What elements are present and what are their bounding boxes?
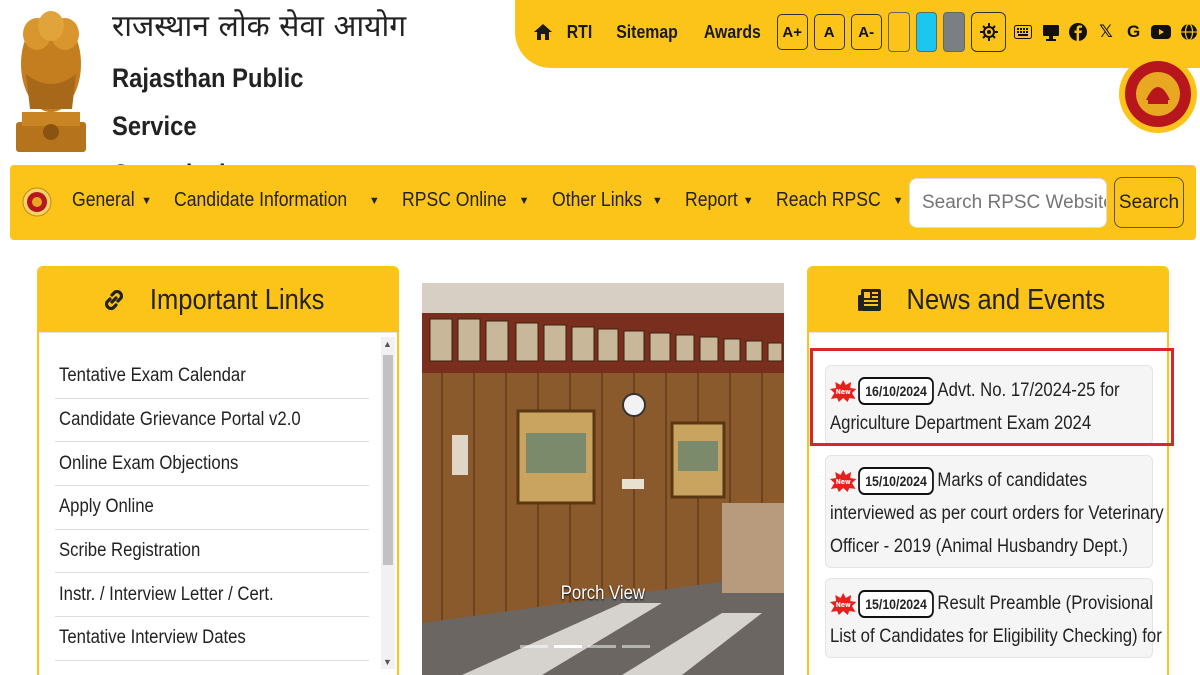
- new-badge-icon: New: [830, 379, 857, 402]
- rti-link[interactable]: RTI: [561, 22, 597, 43]
- links-scrollbar[interactable]: ▲ ▼: [381, 337, 395, 669]
- font-decrease-button[interactable]: A-: [850, 14, 882, 50]
- settings-button[interactable]: [971, 12, 1006, 52]
- news-item[interactable]: New 16/10/2024 Advt. No. 17/2024-25 for Ag…: [825, 365, 1153, 445]
- search-button[interactable]: Search: [1114, 177, 1184, 228]
- scrollbar-thumb[interactable]: [383, 355, 393, 565]
- link-apply-online[interactable]: Apply Online: [55, 486, 369, 530]
- accessibility-topbar: RTI Sitemap Awards A+ A A- 𝕏 G: [515, 0, 1200, 68]
- gear-icon: [979, 23, 998, 41]
- awards-link[interactable]: Awards: [699, 22, 766, 43]
- rpsc-seal-logo: [1119, 55, 1197, 133]
- news-item[interactable]: New 15/10/2024 Result Preamble (Provisiona…: [825, 578, 1162, 658]
- link-online-exam-objections[interactable]: Online Exam Objections: [55, 442, 369, 487]
- x-icon[interactable]: 𝕏: [1095, 20, 1117, 44]
- image-carousel[interactable]: Porch View: [422, 283, 784, 675]
- caret-down-icon: ▼: [518, 194, 530, 207]
- news-date: 15/10/2024: [858, 466, 934, 495]
- nav-menu: General ▼ Candidate Information ▼ RPSC Onl…: [72, 189, 925, 212]
- theme-cyan-button[interactable]: [915, 12, 938, 52]
- monitor-icon[interactable]: [1040, 20, 1062, 44]
- porch-view-photo: [422, 283, 784, 675]
- news-events-panel: News and Events New 16/10/2024 Advt. No. 1…: [807, 266, 1169, 675]
- news-date: 15/10/2024: [858, 589, 934, 618]
- nav-candidate-information[interactable]: Candidate Information ▼: [174, 189, 380, 212]
- news-events-title: News and Events: [906, 283, 1106, 316]
- link-tentative-interview-dates[interactable]: Tentative Interview Dates: [55, 617, 369, 661]
- youtube-icon[interactable]: [1151, 20, 1173, 44]
- facebook-icon[interactable]: [1067, 20, 1089, 44]
- important-links-panel: Important Links Tentative Exam Calendar …: [37, 266, 399, 675]
- important-links-list: Tentative Exam Calendar Candidate Grieva…: [55, 355, 369, 661]
- home-icon[interactable]: [533, 21, 553, 43]
- news-list-container: New 16/10/2024 Advt. No. 17/2024-25 for Ag…: [809, 332, 1167, 672]
- news-text-line1: Result Preamble (Provisional: [937, 593, 1154, 614]
- news-text-line2: List of Candidates for Eligibility Check…: [830, 626, 1162, 647]
- important-links-title: Important Links: [149, 283, 325, 316]
- news-text-line2: Agriculture Department Exam 2024: [830, 413, 1092, 434]
- nav-reach-rpsc[interactable]: Reach RPSC ▼: [776, 189, 904, 212]
- font-normal-button[interactable]: A: [813, 14, 845, 50]
- caret-down-icon: ▼: [651, 194, 663, 207]
- news-text-line3: Officer - 2019 (Animal Husbandry Dept.): [830, 536, 1128, 557]
- google-icon[interactable]: G: [1123, 20, 1145, 44]
- news-text-line1: Marks of candidates: [937, 470, 1088, 491]
- ashoka-emblem-logo: [16, 11, 86, 152]
- theme-gray-button[interactable]: [943, 12, 966, 52]
- theme-yellow-button[interactable]: [887, 12, 910, 52]
- scroll-up-icon[interactable]: ▲: [383, 339, 392, 349]
- carousel-indicator-2[interactable]: [554, 645, 582, 648]
- main-navbar: General ▼ Candidate Information ▼ RPSC Onl…: [10, 165, 1196, 240]
- carousel-caption: Porch View: [560, 583, 646, 604]
- rpsc-nav-logo[interactable]: [22, 187, 52, 217]
- globe-icon[interactable]: [1178, 20, 1200, 44]
- nav-general[interactable]: General ▼: [72, 189, 152, 212]
- carousel-indicator-3[interactable]: [588, 645, 616, 648]
- sitemap-link[interactable]: Sitemap: [611, 22, 683, 43]
- nav-other-links[interactable]: Other Links ▼: [552, 189, 663, 212]
- carousel-indicator-1[interactable]: [520, 645, 548, 648]
- news-item[interactable]: New 15/10/2024 Marks of candidates intervi…: [825, 455, 1164, 568]
- link-tentative-exam-calendar[interactable]: Tentative Exam Calendar: [55, 355, 369, 399]
- nav-rpsc-online[interactable]: RPSC Online ▼: [402, 189, 530, 212]
- link-interview-letter[interactable]: Instr. / Interview Letter / Cert.: [55, 573, 369, 618]
- nav-report[interactable]: Report ▼: [685, 189, 754, 212]
- caret-down-icon: ▼: [742, 194, 754, 207]
- link-icon: [104, 289, 123, 311]
- important-links-header: Important Links: [39, 268, 397, 332]
- site-title-line1: Rajasthan Public Service: [112, 63, 304, 141]
- keyboard-icon[interactable]: [1012, 20, 1034, 44]
- caret-down-icon: ▼: [368, 194, 380, 207]
- svg-text:New: New: [836, 601, 851, 609]
- caret-down-icon: ▼: [141, 194, 153, 207]
- new-badge-icon: New: [830, 592, 857, 615]
- news-events-header: News and Events: [809, 268, 1167, 332]
- carousel-indicator-4[interactable]: [622, 645, 650, 648]
- link-candidate-grievance-portal[interactable]: Candidate Grievance Portal v2.0: [55, 399, 369, 443]
- news-text-line2: interviewed as per court orders for Vete…: [830, 503, 1164, 524]
- site-title-hindi: राजस्थान लोक सेवा आयोग: [112, 9, 407, 44]
- newspaper-icon: [858, 289, 882, 311]
- important-links-list-container: Tentative Exam Calendar Candidate Grieva…: [39, 332, 397, 672]
- font-increase-button[interactable]: A+: [776, 14, 808, 50]
- news-text-line1: Advt. No. 17/2024-25 for: [937, 380, 1120, 401]
- carousel-indicators: [520, 645, 650, 648]
- news-date: 16/10/2024: [858, 376, 934, 405]
- new-badge-icon: New: [830, 469, 857, 492]
- svg-text:New: New: [836, 388, 851, 396]
- caret-down-icon: ▼: [892, 194, 904, 207]
- search-input[interactable]: [909, 178, 1107, 228]
- scroll-down-icon[interactable]: ▼: [383, 657, 392, 667]
- link-scribe-registration[interactable]: Scribe Registration: [55, 530, 369, 574]
- svg-text:New: New: [836, 478, 851, 486]
